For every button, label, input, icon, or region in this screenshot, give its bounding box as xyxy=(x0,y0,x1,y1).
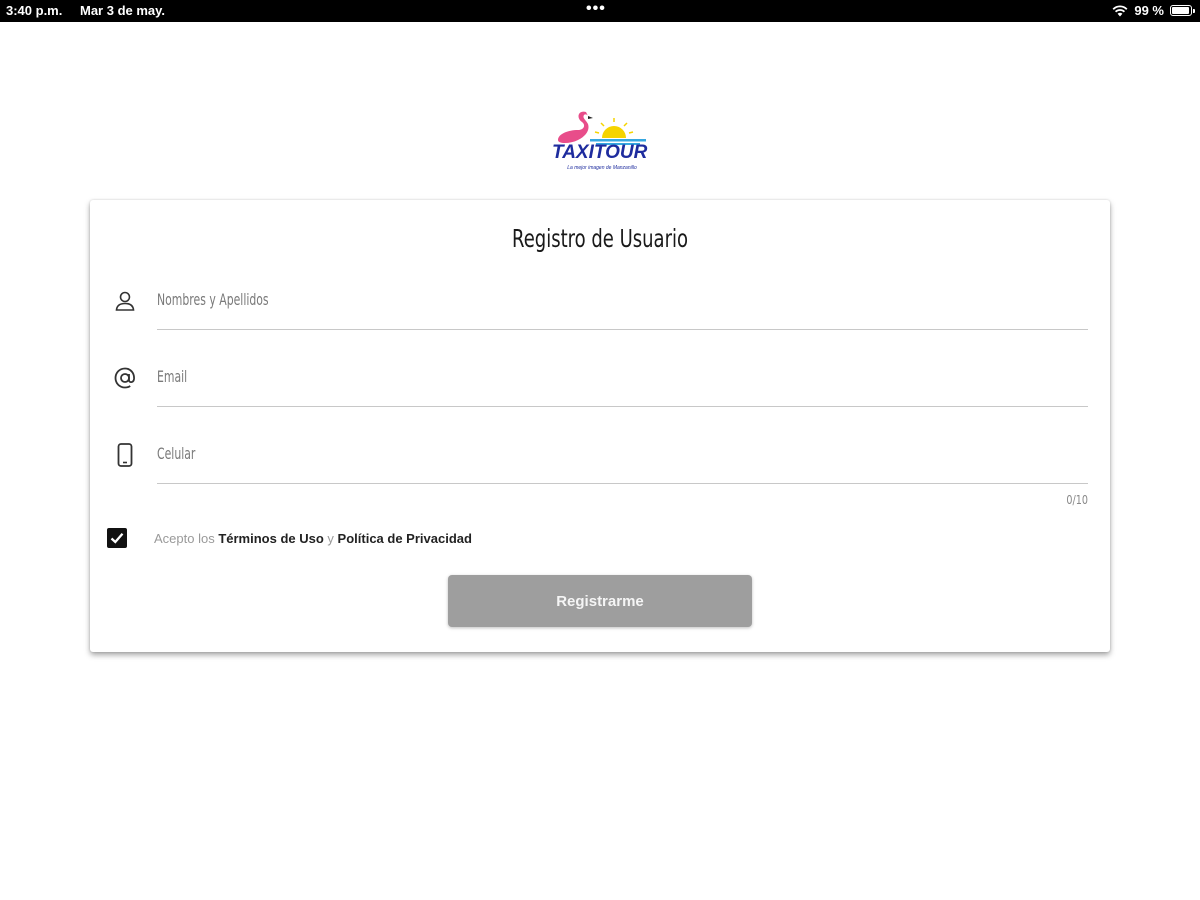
phone-input[interactable] xyxy=(157,428,1088,484)
terms-checkbox[interactable] xyxy=(107,528,127,548)
registration-card: Registro de Usuario Nombres y Apellidos … xyxy=(90,200,1110,652)
status-time: 3:40 p.m. xyxy=(6,3,63,18)
terms-joiner: y xyxy=(327,530,334,546)
user-icon xyxy=(112,288,138,314)
phone-char-counter: 0/10 xyxy=(1066,493,1088,507)
logo-wordmark: TAXITOUR xyxy=(552,142,648,163)
logo-tagline: La mejor imagen de Manzanillo xyxy=(567,165,637,171)
phone-field-row: Celular xyxy=(112,428,1088,488)
battery-percent: 99 % xyxy=(1134,3,1164,18)
terms-of-use-link[interactable]: Términos de Uso xyxy=(218,531,323,546)
battery-level xyxy=(1172,7,1189,14)
wifi-icon xyxy=(1112,4,1128,17)
battery-icon xyxy=(1170,5,1195,16)
email-input[interactable] xyxy=(157,351,1088,407)
terms-row: Acepto los Términos de Uso y Política de… xyxy=(107,527,472,549)
register-button[interactable]: Registrarme xyxy=(448,575,752,627)
status-right: 99 % xyxy=(1112,3,1195,18)
name-field-row: Nombres y Apellidos xyxy=(112,274,1088,334)
check-icon xyxy=(110,533,124,544)
status-bar: 3:40 p.m. Mar 3 de may. ••• 99 % xyxy=(0,0,1200,22)
status-date: Mar 3 de may. xyxy=(80,3,166,18)
mobile-phone-icon xyxy=(112,442,138,468)
name-input[interactable] xyxy=(157,274,1088,330)
multitasking-dots[interactable]: ••• xyxy=(586,0,606,18)
taxitour-logo: TAXITOUR La mejor imagen de Manzanillo xyxy=(546,108,656,188)
email-field-row: Email xyxy=(112,351,1088,411)
at-sign-icon xyxy=(112,365,138,391)
privacy-policy-link[interactable]: Política de Privacidad xyxy=(338,531,472,546)
terms-prefix: Acepto los xyxy=(154,530,215,546)
page-title: Registro de Usuario xyxy=(511,224,688,253)
terms-text: Acepto los Términos de Uso y Política de… xyxy=(154,531,472,546)
